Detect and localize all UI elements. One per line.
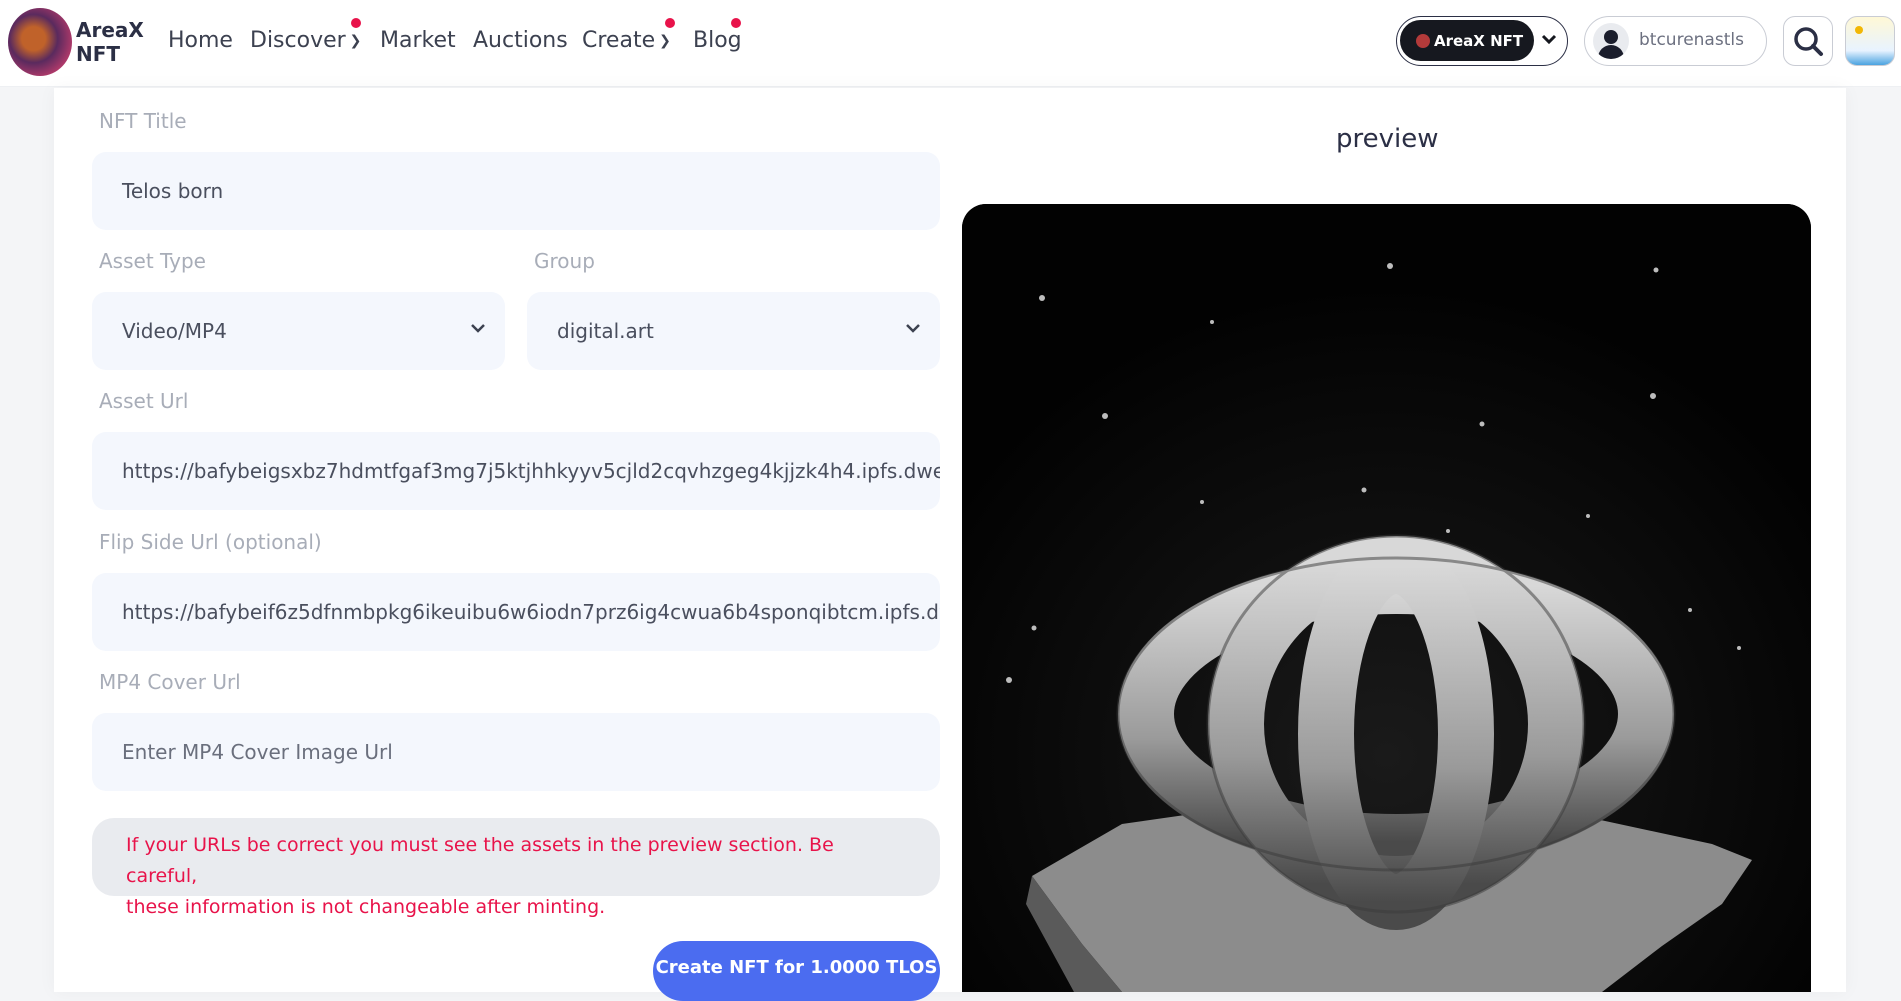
nav-market[interactable]: Market: [380, 28, 456, 53]
notification-dot-icon: [731, 18, 741, 28]
nav-create-label: Create: [582, 28, 656, 53]
notice-line1: If your URLs be correct you must see the…: [126, 834, 834, 887]
wallet-chip[interactable]: AreaX NFT: [1400, 20, 1534, 61]
sun-icon: [1855, 26, 1863, 34]
notice-line2: these information is not changeable afte…: [126, 896, 606, 918]
asset-url-value: https://bafybeigsxbz7hdmtfgaf3mg7j5ktjhh…: [122, 459, 940, 483]
notification-dot-icon: [351, 18, 361, 28]
asset-preview-video[interactable]: [962, 204, 1811, 992]
nft-title-label: NFT Title: [99, 109, 187, 133]
nav-discover-label: Discover: [250, 28, 346, 53]
nft-title-input[interactable]: Telos born: [92, 152, 940, 230]
avatar-icon: [1593, 23, 1629, 59]
brand-line2: NFT: [76, 42, 121, 66]
chevron-down-icon: [471, 324, 485, 333]
asset-url-label: Asset Url: [99, 389, 189, 413]
preview-title: preview: [1336, 124, 1439, 154]
create-nft-button[interactable]: Create NFT for 1.0000 TLOS: [653, 941, 940, 1001]
mp4-cover-url-label: MP4 Cover Url: [99, 670, 241, 694]
group-select[interactable]: digital.art: [527, 292, 940, 370]
preview-artwork: [962, 204, 1811, 992]
nav-market-label: Market: [380, 28, 456, 53]
nav-blog[interactable]: Blog: [693, 28, 742, 53]
create-nft-button-label: Create NFT for 1.0000 TLOS: [655, 957, 938, 978]
chevron-down-icon[interactable]: [1539, 29, 1559, 49]
group-value: digital.art: [557, 319, 654, 343]
asset-url-input[interactable]: https://bafybeigsxbz7hdmtfgaf3mg7j5ktjhh…: [92, 432, 940, 510]
top-navbar: AreaX NFT Home Discover ❯ Market Auctions…: [0, 0, 1901, 87]
areax-logo-icon[interactable]: [8, 8, 72, 76]
chevron-down-icon: [906, 324, 920, 333]
nft-title-value: Telos born: [122, 179, 224, 203]
chevron-down-icon: ❯: [349, 33, 362, 49]
notification-dot-icon: [665, 18, 675, 28]
wallet-label: AreaX NFT: [1434, 31, 1524, 50]
flip-side-url-value: https://bafybeif6z5dfnmbpkg6ikeuibu6w6io…: [122, 600, 940, 624]
nav-discover[interactable]: Discover ❯: [250, 28, 361, 53]
asset-type-value: Video/MP4: [122, 319, 227, 343]
nav-home[interactable]: Home: [168, 28, 233, 53]
nav-create[interactable]: Create ❯: [582, 28, 671, 53]
nav-auctions-label: Auctions: [473, 28, 568, 53]
username: btcurenastls: [1639, 30, 1744, 50]
mp4-cover-url-placeholder: Enter MP4 Cover Image Url: [122, 740, 393, 764]
flip-side-url-label: Flip Side Url (optional): [99, 530, 322, 554]
nav-home-label: Home: [168, 28, 233, 53]
nav-auctions[interactable]: Auctions: [473, 28, 568, 53]
asset-type-label: Asset Type: [99, 249, 206, 273]
brand-line1: AreaX: [76, 18, 144, 42]
user-profile-button[interactable]: btcurenastls: [1584, 16, 1767, 66]
wallet-selector[interactable]: AreaX NFT: [1396, 16, 1568, 66]
chevron-down-icon: ❯: [659, 33, 671, 49]
group-label: Group: [534, 249, 595, 273]
mp4-cover-url-input[interactable]: Enter MP4 Cover Image Url: [92, 713, 940, 791]
url-warning-notice: If your URLs be correct you must see the…: [92, 818, 940, 918]
search-icon: [1794, 27, 1823, 56]
theme-toggle-button[interactable]: [1845, 16, 1895, 66]
brand-name[interactable]: AreaX NFT: [76, 18, 144, 66]
search-button[interactable]: [1783, 16, 1833, 66]
nav-blog-label: Blog: [693, 28, 742, 53]
asset-type-select[interactable]: Video/MP4: [92, 292, 505, 370]
flip-side-url-input[interactable]: https://bafybeif6z5dfnmbpkg6ikeuibu6w6io…: [92, 573, 940, 651]
wallet-logo-icon: [1416, 33, 1430, 48]
